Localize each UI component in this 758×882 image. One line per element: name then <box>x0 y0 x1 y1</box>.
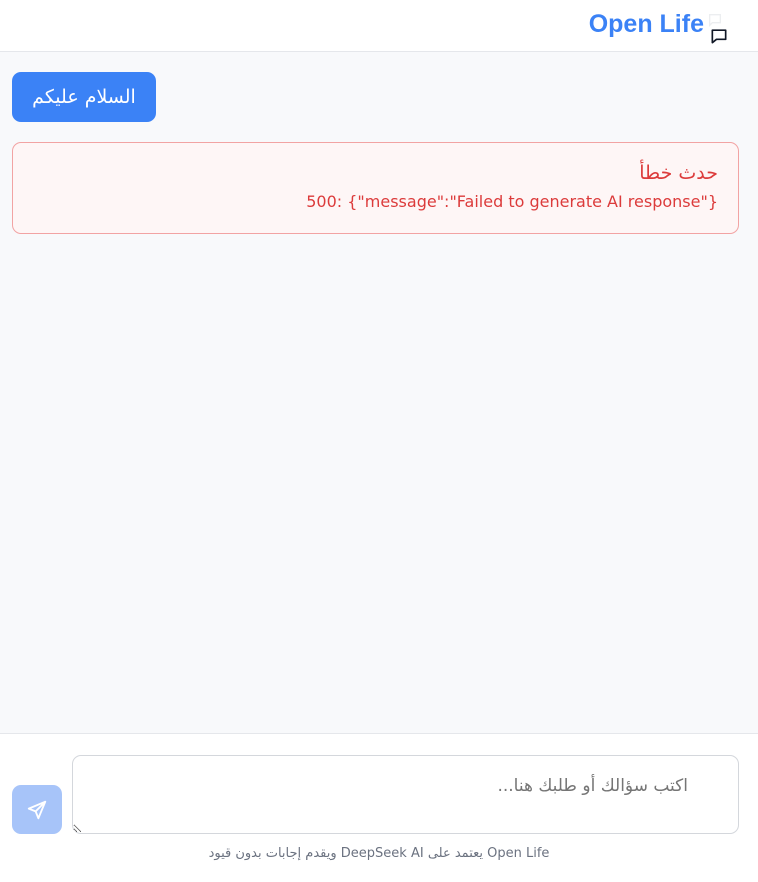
error-detail-text: 500: {"message":"Failed to generate AI r… <box>306 192 718 211</box>
conversation-area: السلام عليكم حدث خطأ 500: {"message":"Fa… <box>0 53 758 733</box>
chat-app: Open Life السلام عليكم حدث خطأ 500: {"me… <box>0 0 758 882</box>
brand-title: Open Life <box>588 10 704 38</box>
error-title: حدث خطأ <box>639 162 718 184</box>
footer-note: Open Life يعتمد على DeepSeek AI ويقدم إج… <box>208 846 550 861</box>
message-square-icon[interactable] <box>708 26 730 46</box>
chat-input[interactable] <box>72 755 739 834</box>
send-icon <box>27 800 47 819</box>
composer: Open Life يعتمد على DeepSeek AI ويقدم إج… <box>0 733 758 882</box>
error-alert: حدث خطأ 500: {"message":"Failed to gener… <box>12 142 739 234</box>
user-message-bubble: السلام عليكم <box>12 72 156 122</box>
header: Open Life <box>0 0 758 52</box>
send-button[interactable] <box>12 785 62 834</box>
error-detail: 500: {"message":"Failed to generate AI r… <box>33 191 718 213</box>
